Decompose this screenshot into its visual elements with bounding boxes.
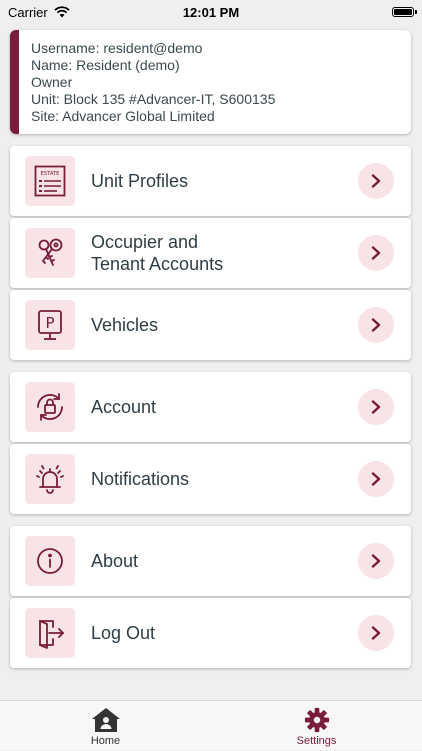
profile-name: Name: Resident (demo) <box>31 57 180 73</box>
lock-refresh-icon <box>25 382 75 432</box>
logout-label: Log Out <box>91 623 156 643</box>
status-bar: Carrier 12:01 PM <box>0 0 422 24</box>
home-icon <box>91 708 120 732</box>
chevron-right-icon <box>358 235 394 271</box>
menu-item-unit-profiles[interactable]: ESTATE Unit Profiles <box>10 146 411 216</box>
profile-username: Username: resident@demo <box>31 40 203 56</box>
occupier-tenant-label-line2: Tenant Accounts <box>91 254 224 274</box>
exit-icon <box>25 608 75 658</box>
profile-accent-bar <box>10 30 19 134</box>
profile-details: Username: resident@demo Name: Resident (… <box>31 40 275 125</box>
battery-area <box>392 7 422 17</box>
menu-item-vehicles[interactable]: P Vehicles <box>10 290 411 360</box>
tab-settings[interactable]: Settings <box>211 701 422 751</box>
menu-item-occupier-tenant-accounts[interactable]: Occupier and Tenant Accounts <box>10 218 411 288</box>
carrier-info: Carrier <box>0 5 70 20</box>
alarm-bell-icon <box>25 454 75 504</box>
svg-text:P: P <box>45 314 54 332</box>
menu-item-notifications[interactable]: Notifications <box>10 444 411 514</box>
parking-icon: P <box>25 300 75 350</box>
notifications-label: Notifications <box>91 469 190 489</box>
menu-item-about[interactable]: About <box>10 526 411 596</box>
tab-home-label: Home <box>90 735 121 747</box>
vehicles-label: Vehicles <box>91 315 159 335</box>
tab-bar: Home Settings <box>0 700 422 750</box>
chevron-right-icon <box>358 461 394 497</box>
menu-item-logout[interactable]: Log Out <box>10 598 411 668</box>
keys-icon <box>25 228 75 278</box>
tab-settings-label: Settings <box>296 735 337 747</box>
chevron-right-icon <box>358 615 394 651</box>
chevron-right-icon <box>358 307 394 343</box>
chevron-right-icon <box>358 163 394 199</box>
profile-unit: Unit: Block 135 #Advancer-IT, S600135 <box>31 91 276 107</box>
occupier-tenant-label: Occupier and Tenant Accounts <box>91 231 223 275</box>
profile-role: Owner <box>31 74 73 90</box>
estate-icon: ESTATE <box>25 156 75 206</box>
about-label: About <box>91 551 139 571</box>
tab-home[interactable]: Home <box>0 701 211 751</box>
occupier-tenant-label-line1: Occupier and <box>91 232 199 252</box>
svg-text:ESTATE: ESTATE <box>41 171 60 177</box>
chevron-right-icon <box>358 543 394 579</box>
gear-icon <box>304 707 329 733</box>
battery-icon <box>392 7 417 17</box>
carrier-label: Carrier <box>8 4 48 20</box>
menu-item-account[interactable]: Account <box>10 372 411 442</box>
account-label: Account <box>91 397 157 417</box>
profile-site: Site: Advancer Global Limited <box>31 108 215 124</box>
profile-card: Username: resident@demo Name: Resident (… <box>10 30 411 134</box>
wifi-icon <box>54 6 70 18</box>
chevron-right-icon <box>358 389 394 425</box>
info-icon <box>25 536 75 586</box>
unit-profiles-label: Unit Profiles <box>91 171 189 191</box>
